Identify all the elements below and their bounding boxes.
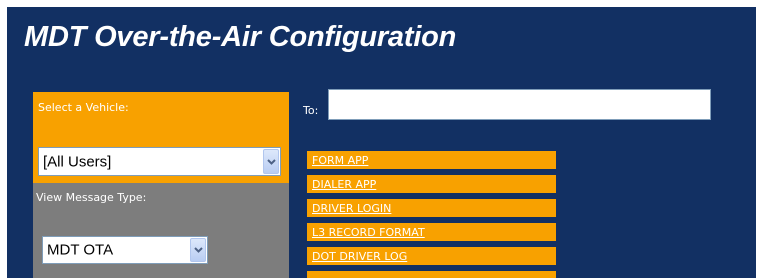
vehicle-dropdown-value: [All Users] — [43, 153, 112, 170]
menu-item-dot-driver-log[interactable]: DOT DRIVER LOG — [307, 247, 556, 265]
menu-item-label[interactable]: L3 RECORD FORMAT — [312, 226, 425, 239]
to-label: To: — [303, 104, 319, 117]
to-input[interactable] — [328, 89, 711, 120]
menu-item-label[interactable]: DIALER APP — [312, 178, 376, 191]
page-title: MDT Over-the-Air Configuration — [24, 21, 457, 53]
message-type-dropdown-value: MDT OTA — [47, 241, 114, 259]
chevron-down-icon — [267, 158, 276, 165]
message-type-panel: View Message Type: MDT OTA — [33, 183, 289, 278]
menu-item-label[interactable]: DRIVER LOGIN — [312, 202, 391, 215]
vehicle-dropdown[interactable]: [All Users] — [38, 147, 281, 176]
menu-item-form-app[interactable]: FORM APP — [307, 151, 556, 169]
menu-item-partial[interactable] — [307, 271, 556, 278]
vehicle-dropdown-button[interactable] — [263, 149, 279, 174]
chevron-down-icon — [194, 247, 203, 253]
message-type-dropdown[interactable]: MDT OTA — [42, 236, 208, 264]
app-window: MDT Over-the-Air Configuration Select a … — [7, 7, 756, 278]
message-type-dropdown-button[interactable] — [190, 238, 206, 262]
menu-item-dialer-app[interactable]: DIALER APP — [307, 175, 556, 193]
menu-item-l3-record-format[interactable]: L3 RECORD FORMAT — [307, 223, 556, 241]
menu-item-driver-login[interactable]: DRIVER LOGIN — [307, 199, 556, 217]
menu-item-label[interactable]: DOT DRIVER LOG — [312, 250, 407, 263]
vehicle-select-panel: Select a Vehicle: [All Users] — [33, 92, 289, 184]
vehicle-select-label: Select a Vehicle: — [38, 101, 129, 114]
menu-item-label[interactable]: FORM APP — [312, 154, 368, 167]
message-type-label: View Message Type: — [36, 191, 147, 204]
